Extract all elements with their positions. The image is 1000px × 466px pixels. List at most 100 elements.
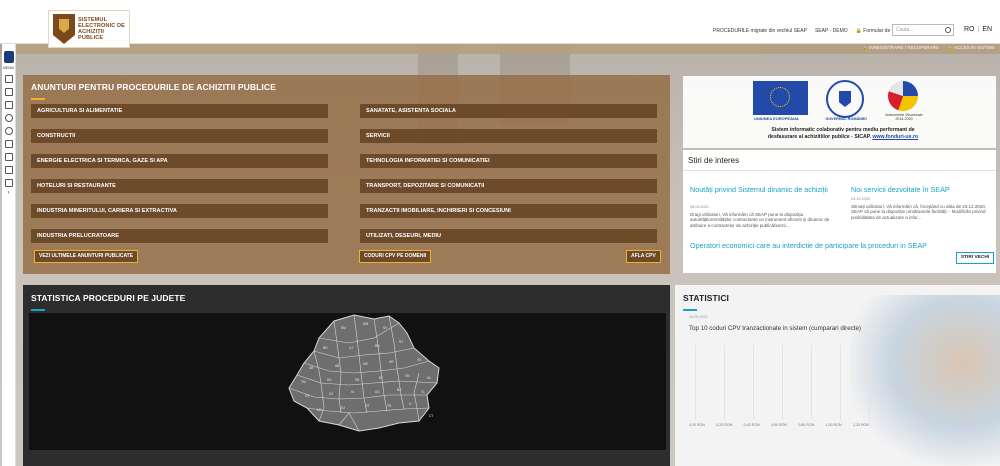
- login-link[interactable]: 🔒 ACCES IN SISTEM: [947, 45, 994, 51]
- title-accent: [683, 309, 697, 311]
- svg-text:BH: BH: [323, 346, 328, 350]
- category-industria-prelucratoare[interactable]: INDUSTRIA PRELUCRATOARE: [31, 229, 328, 243]
- government-label: GUVERNUL ROMÂNIEI: [825, 117, 867, 121]
- search-placeholder: Cauta...: [896, 27, 914, 33]
- news-panel: Stiri de interes Noutăți privind Sistemu…: [683, 150, 996, 273]
- eu-stars-icon: [770, 87, 790, 107]
- site-logo[interactable]: SISTEMUL ELECTRONIC DE ACHIZIȚII PUBLICE: [48, 10, 130, 48]
- afla-cpv-button[interactable]: AFLA CPV: [626, 250, 661, 263]
- svg-text:CJ: CJ: [349, 346, 353, 350]
- anunturi-panel: ANUNTURI PENTRU PROCEDURILE DE ACHIZITII…: [23, 75, 670, 274]
- news-item-title[interactable]: Noutăți privind Sistemul dinamic de achi…: [690, 186, 830, 194]
- svg-text:VL: VL: [351, 390, 355, 394]
- sidebar-grid-icon[interactable]: [4, 166, 13, 174]
- svg-text:MH: MH: [317, 408, 323, 412]
- category-sanatate[interactable]: SANATATE, ASISTENTA SOCIALA: [360, 104, 657, 118]
- svg-text:TR: TR: [387, 404, 392, 408]
- category-industria-minerit[interactable]: INDUSTRIA MINERITULUI, CARIERA SI EXTRAC…: [31, 204, 328, 218]
- statistics-panel: STATISTICI 04.08.2021 Top 10 coduri CPV …: [675, 285, 1000, 466]
- link-proceduri-migrate[interactable]: PROCEDURILE migrate din vechiul SEAP: [713, 28, 807, 34]
- sidebar-document-icon[interactable]: [4, 75, 13, 83]
- category-servicii[interactable]: SERVICII: [360, 129, 657, 143]
- sidebar-menu-label[interactable]: MENIU: [2, 66, 15, 70]
- axis-tick: 1,00 RON: [825, 423, 842, 427]
- svg-text:VN: VN: [405, 374, 410, 378]
- news-headline-link[interactable]: Operatori economici care au interdictie …: [690, 242, 960, 250]
- svg-text:MM: MM: [363, 322, 369, 326]
- svg-text:CS: CS: [305, 394, 309, 398]
- svg-text:SM: SM: [341, 326, 346, 330]
- svg-text:VS: VS: [417, 358, 421, 362]
- government-seal-icon: [826, 80, 864, 118]
- category-utilitati[interactable]: UTILIZATI, DESEURI, MEDIU: [360, 229, 657, 243]
- svg-text:IL: IL: [409, 402, 412, 406]
- sidebar-expand-icon[interactable]: ›: [2, 190, 15, 196]
- category-hoteluri[interactable]: HOTELURI SI RESTAURANTE: [31, 179, 328, 193]
- category-constructii[interactable]: CONSTRUCTII: [31, 129, 328, 143]
- svg-text:GJ: GJ: [329, 392, 333, 396]
- eu-flag-icon: [753, 81, 808, 115]
- svg-text:NT: NT: [399, 340, 403, 344]
- sidebar-chat-icon[interactable]: [4, 179, 13, 187]
- news-title: Stiri de interes: [688, 156, 740, 165]
- svg-text:SB: SB: [355, 378, 359, 382]
- news-item-date: 08.03.2021: [690, 205, 710, 209]
- search-icon[interactable]: [945, 27, 951, 33]
- anunturi-title: ANUNTURI PENTRU PROCEDURILE DE ACHIZITII…: [31, 82, 276, 92]
- link-seap-demo[interactable]: SEAP - DEMO: [815, 28, 848, 34]
- statistics-subtitle: Top 10 coduri CPV tranzactionate in sist…: [689, 325, 861, 332]
- svg-text:AR: AR: [309, 366, 314, 370]
- title-accent: [31, 309, 45, 311]
- category-agricultura[interactable]: AGRICULTURA SI ALIMENTATIE: [31, 104, 328, 118]
- svg-text:MS: MS: [363, 362, 368, 366]
- axis-tick: 1,20 RON: [852, 423, 869, 427]
- logo-line: PUBLICE: [78, 35, 104, 41]
- chart-gridline: [724, 345, 725, 420]
- svg-text:CT: CT: [429, 414, 433, 418]
- login-label: ACCES IN SISTEM: [953, 45, 994, 50]
- logo-shield-icon: [53, 14, 75, 44]
- map-container: SM MM SV BH CJ BN NT AR AB MS HR VS TM HD SB BV VN GL …: [29, 313, 666, 450]
- sidebar-logo-icon[interactable]: [3, 51, 14, 63]
- news-item-body: Dragi utilizatori, Vă informăm că SEAP p…: [690, 212, 830, 228]
- chart-gridline: [695, 345, 696, 420]
- romania-county-map[interactable]: SMMMSV BH CJ BNNT AR AB MS HR VS TM HD SB BV VN GL …: [279, 313, 449, 443]
- category-tranzactii[interactable]: TRANZACTII IMOBILIARE, INCHIRIERI SI CON…: [360, 204, 657, 218]
- register-link[interactable]: 🔒 INREGISTRARE / RECUPERARE: [862, 45, 939, 51]
- country-outline: [288, 314, 440, 432]
- category-tehnologia[interactable]: TEHNOLOGIA INFORMATIEI SI COMUNICATIEI: [360, 154, 657, 168]
- sidebar-rocket-icon[interactable]: [4, 127, 13, 135]
- news-item-title[interactable]: Noi servicii dezvoltate în SEAP: [851, 186, 991, 194]
- sidebar-calendar-icon[interactable]: [4, 101, 13, 109]
- chart-gridline: [753, 345, 754, 420]
- left-sidebar: MENIU ›: [2, 44, 16, 466]
- svg-text:AB: AB: [335, 364, 339, 368]
- county-stats-panel: STATISTICA PROCEDURI PE JUDETE SM MM SV …: [23, 285, 670, 466]
- people-photo: [850, 295, 1000, 465]
- news-item-body: Stimați utilizatori, Vă informăm că, înc…: [851, 204, 987, 220]
- svg-text:AG: AG: [375, 390, 380, 394]
- site-header: PROCEDURILE migrate din vechiul SEAP SEA…: [0, 0, 1000, 44]
- lang-ro[interactable]: RO: [964, 26, 975, 33]
- county-stats-title: STATISTICA PROCEDURI PE JUDETE: [31, 293, 186, 303]
- sidebar-help-icon[interactable]: [4, 114, 13, 122]
- funding-caption: Sistem informatic colaborativ pentru med…: [753, 127, 933, 141]
- lang-en[interactable]: EN: [982, 26, 992, 33]
- language-switcher: RO | EN: [964, 26, 992, 33]
- old-news-button[interactable]: STIRI VECHI: [956, 252, 994, 264]
- chart-gridline: [782, 345, 783, 420]
- category-transport[interactable]: TRANSPORT, DEPOZITARE SI COMUNICATII: [360, 179, 657, 193]
- sidebar-list-icon[interactable]: [4, 88, 13, 96]
- sidebar-table-icon[interactable]: [4, 153, 13, 161]
- category-energie[interactable]: ENERGIE ELECTRICA SI TERMICA, GAZE SI AP…: [31, 154, 328, 168]
- svg-text:GL: GL: [427, 376, 431, 380]
- sidebar-user-icon[interactable]: [4, 140, 13, 148]
- svg-text:OT: OT: [365, 404, 369, 408]
- cpv-codes-button[interactable]: CODURI CPV PE DOMENII: [359, 250, 432, 263]
- latest-announcements-button[interactable]: VEZI ULTIMELE ANUNTURI PUBLICATE: [34, 250, 139, 263]
- search-input[interactable]: Cauta...: [892, 24, 954, 36]
- title-accent: [31, 98, 45, 100]
- fonduri-ue-link[interactable]: www.fonduri-ue.ro: [872, 134, 918, 140]
- axis-tick: 0,40 RON: [743, 423, 760, 427]
- chart-gridline: [811, 345, 812, 420]
